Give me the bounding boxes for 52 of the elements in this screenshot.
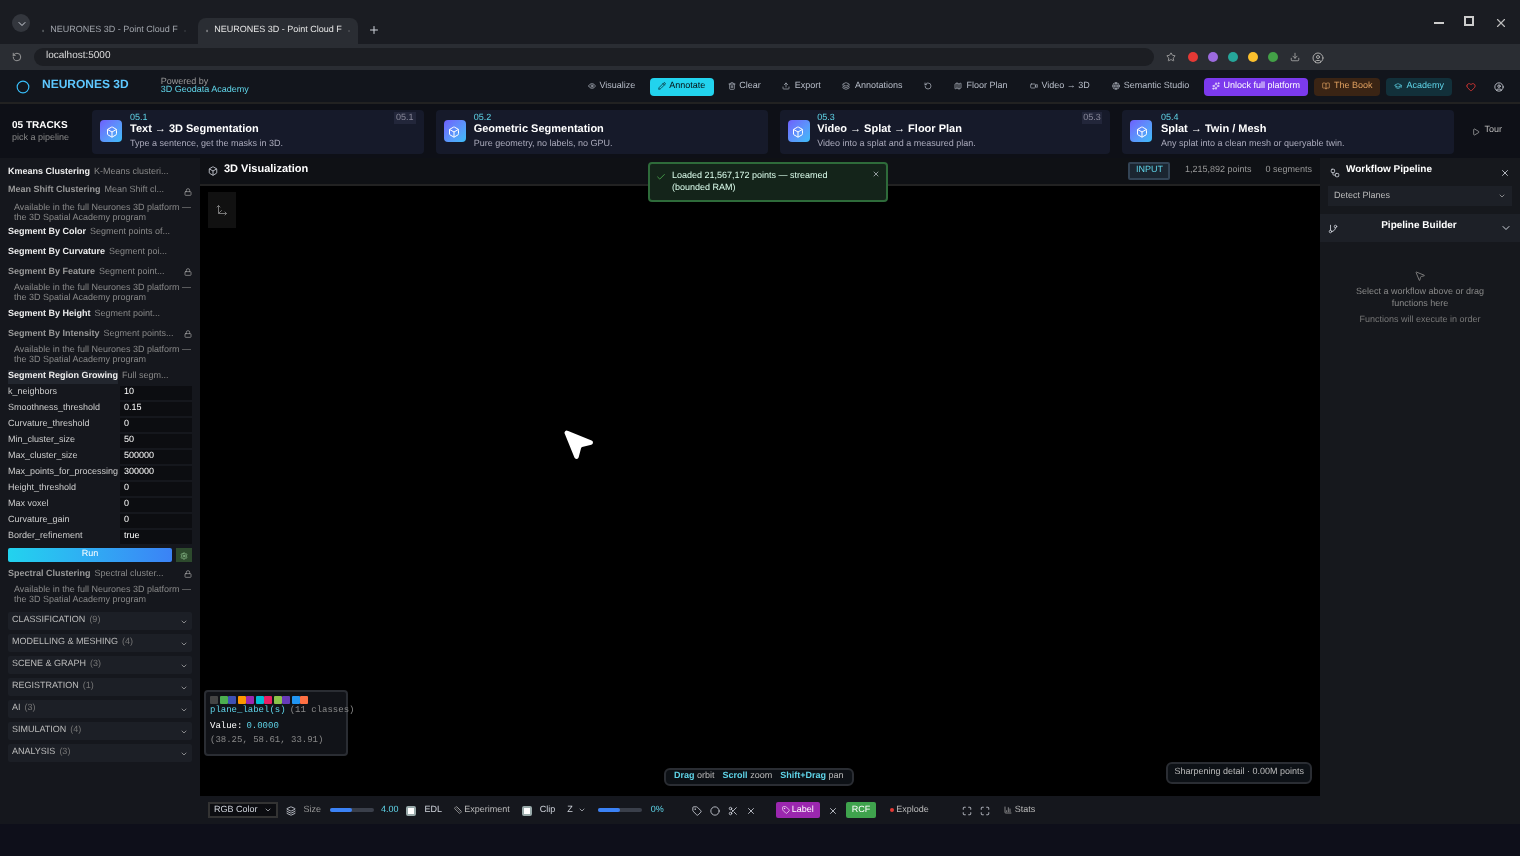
heart-icon[interactable] xyxy=(1466,81,1476,91)
trash-icon xyxy=(727,82,736,90)
checkbox[interactable] xyxy=(521,805,532,815)
new-tab-icon[interactable] xyxy=(368,24,380,36)
chevron-icon[interactable] xyxy=(1500,222,1512,234)
book-icon xyxy=(1321,82,1330,90)
maximize-icon[interactable] xyxy=(1464,16,1474,26)
logo-ring-icon xyxy=(16,79,30,93)
track-icon xyxy=(443,120,466,142)
upload-icon xyxy=(782,82,791,90)
axis-gizmo[interactable] xyxy=(208,192,236,228)
ruler-icon xyxy=(454,806,463,814)
tag-icon[interactable] xyxy=(691,805,702,815)
layers-icon xyxy=(842,82,851,90)
track-icon xyxy=(1130,120,1153,142)
fit-view-icon[interactable] xyxy=(962,805,973,815)
eye-icon xyxy=(587,82,596,90)
pointer-icon xyxy=(1414,270,1426,282)
checkbox[interactable] xyxy=(406,805,417,815)
bar-chart-icon xyxy=(1004,806,1013,814)
check-icon xyxy=(656,172,666,182)
reset-icon xyxy=(924,82,933,90)
branch-icon xyxy=(1328,223,1338,233)
lock-icon xyxy=(184,268,192,277)
account-icon[interactable] xyxy=(1494,81,1504,91)
lock-icon xyxy=(184,569,192,578)
settings-button[interactable] xyxy=(176,548,192,563)
sparkles-icon xyxy=(1211,82,1220,90)
download-icon[interactable] xyxy=(1290,52,1300,62)
map-icon xyxy=(954,82,963,90)
axes-icon xyxy=(216,204,228,216)
fullscreen-icon[interactable] xyxy=(980,805,991,815)
graduation-cap-icon xyxy=(1394,82,1403,90)
workflow-icon xyxy=(1330,167,1340,177)
circle-icon[interactable] xyxy=(709,805,720,815)
gear-icon xyxy=(180,551,188,560)
track-icon xyxy=(787,120,810,142)
bookmark-star-icon[interactable] xyxy=(1166,52,1176,62)
layers-icon[interactable] xyxy=(285,805,296,815)
tab-menu-icon[interactable] xyxy=(12,14,30,32)
track-icon xyxy=(100,120,122,142)
reload-icon[interactable] xyxy=(12,52,22,62)
scissors-icon[interactable] xyxy=(727,805,738,815)
cube-icon xyxy=(208,166,218,176)
lock-icon xyxy=(184,187,192,196)
pencil-icon xyxy=(657,82,666,90)
play-icon xyxy=(1472,127,1481,135)
lock-icon xyxy=(184,330,192,339)
tag-icon xyxy=(781,806,790,814)
mouse-cursor-icon xyxy=(560,426,596,462)
video-camera-icon xyxy=(1029,82,1038,90)
profile-icon[interactable] xyxy=(1312,51,1324,63)
